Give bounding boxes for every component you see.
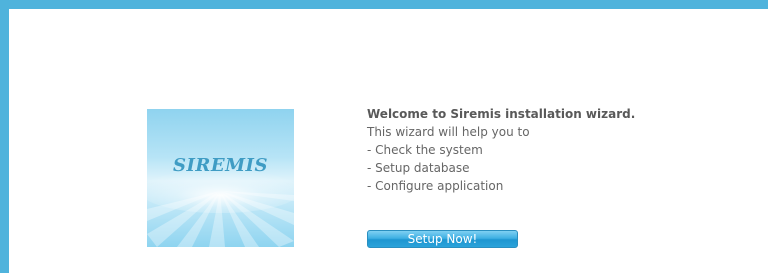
wizard-subtitle: This wizard will help you to [367, 125, 530, 139]
welcome-panel: Welcome to Siremis installation wizard. … [367, 105, 635, 195]
siremis-logo: SIREMIS [147, 109, 294, 247]
step-configure-application: - Configure application [367, 179, 504, 193]
welcome-heading: Welcome to Siremis installation wizard. [367, 107, 636, 121]
step-check-system: - Check the system [367, 143, 483, 157]
step-setup-database: - Setup database [367, 161, 470, 175]
page-frame: SIREMIS Welcome to Siremis installation … [0, 0, 768, 273]
sunburst-graphic [147, 169, 294, 247]
logo-wordmark: SIREMIS [173, 155, 268, 176]
setup-now-button[interactable]: Setup Now! [367, 230, 518, 248]
